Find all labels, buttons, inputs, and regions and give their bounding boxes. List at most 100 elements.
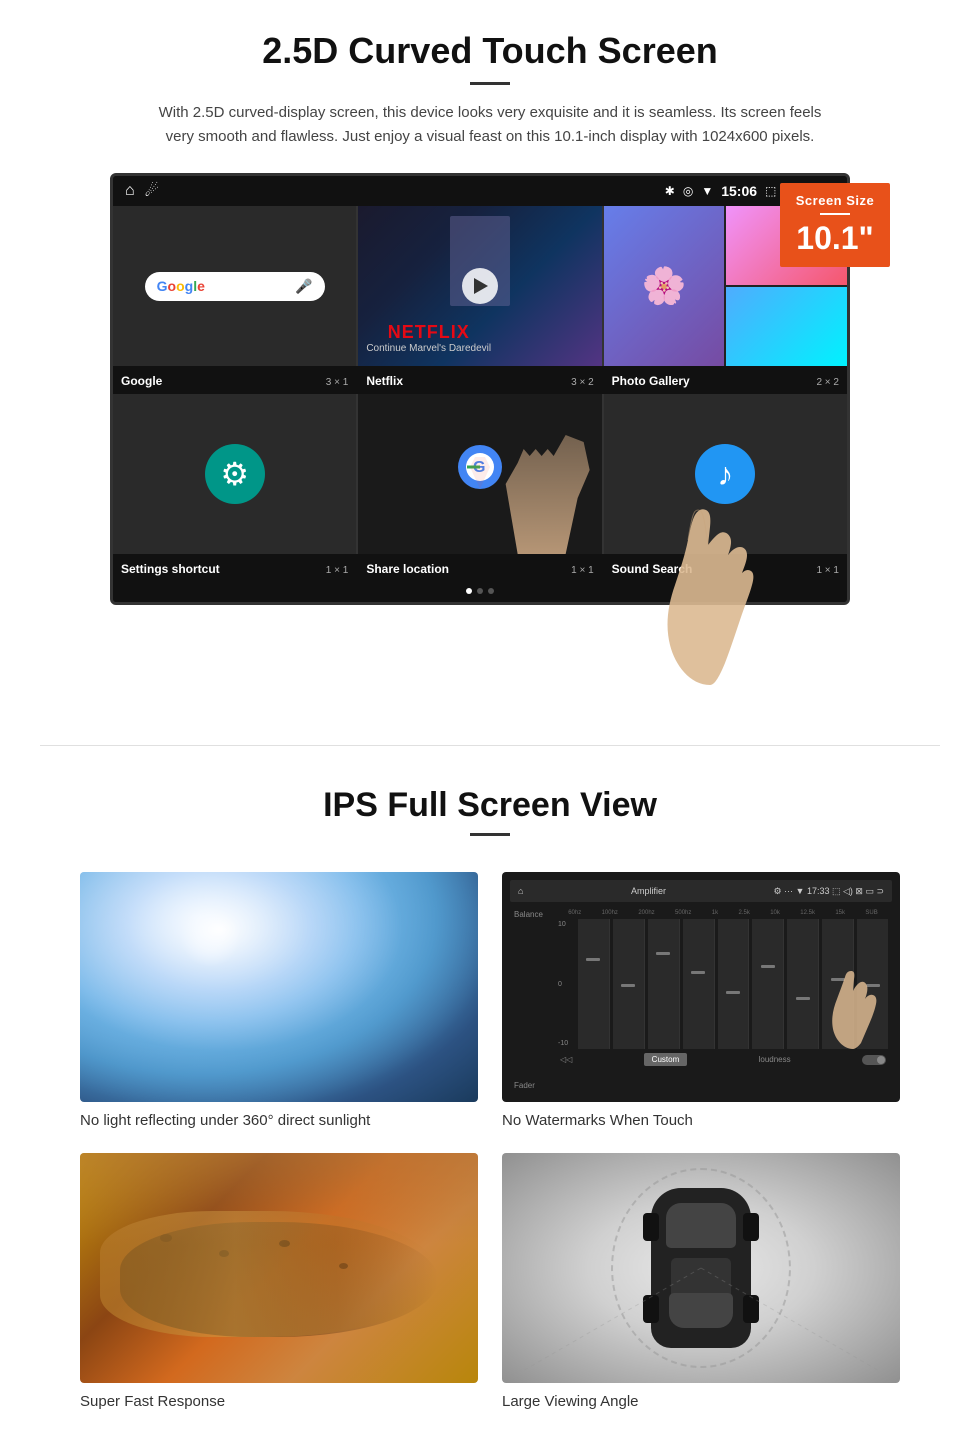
netflix-label: NETFLIX Continue Marvel's Daredevil [366, 322, 491, 354]
cheetah-caption: Super Fast Response [80, 1393, 478, 1410]
google-search-bar[interactable]: Google 🎤 [145, 272, 325, 301]
car-visual [502, 1153, 900, 1383]
screen-size-badge: Screen Size 10.1" [780, 183, 890, 267]
sunlight-gradient [80, 872, 478, 1102]
eq-fader-label: Fader [514, 1081, 554, 1090]
status-time: 15:06 [721, 183, 757, 199]
cheetah-image [80, 1153, 478, 1383]
google-app-cell[interactable]: Google 🎤 [113, 206, 356, 366]
eq-top-bar: ⌂ Amplifier ⚙ ··· ▼ 17:33 ⬚ ◁) ⊠ ▭ ⊃ [510, 880, 892, 902]
pagination-dot-3[interactable] [488, 588, 494, 594]
eq-slider-2-thumb [621, 984, 635, 987]
eq-balance-label: Balance [514, 910, 554, 919]
car-caption: Large Viewing Angle [502, 1393, 900, 1410]
share-background: G [358, 394, 601, 554]
feature-car: Large Viewing Angle [502, 1153, 900, 1410]
eq-slider-7[interactable] [787, 919, 819, 1049]
eq-slider-4[interactable] [683, 919, 715, 1049]
cheetah-sky [80, 1153, 478, 1245]
app-grid-top: Google 🎤 NETFLIX Continue Mar [113, 206, 847, 366]
eq-freq-labels: 60hz100hz200hz500hz1k2.5k10k12.5k15kSUB [558, 910, 888, 916]
eq-slider-7-thumb [796, 997, 810, 1000]
feature-sunlight: No light reflecting under 360° direct su… [80, 872, 478, 1129]
eq-slider-1[interactable] [578, 919, 610, 1049]
cheetah-visual [80, 1153, 478, 1383]
hand-gesture-svg [650, 485, 770, 685]
eq-side-labels: Balance Fader [514, 910, 554, 1090]
home-icon[interactable]: ⌂ [125, 182, 135, 200]
sunlight-caption: No light reflecting under 360° direct su… [80, 1112, 478, 1129]
eq-slider-1-thumb [586, 958, 600, 961]
eq-hand-icon [823, 969, 883, 1049]
camera-icon: ⬚ [765, 184, 776, 198]
sunlight-image [80, 872, 478, 1102]
play-triangle-icon [474, 278, 488, 294]
equalizer-image: ⌂ Amplifier ⚙ ··· ▼ 17:33 ⬚ ◁) ⊠ ▭ ⊃ Bal… [502, 872, 900, 1102]
settings-icon-bg: ⚙ [205, 444, 265, 504]
settings-app-name: Settings shortcut [121, 562, 220, 576]
google-label-cell: Google 3 × 1 [113, 372, 356, 390]
share-grid-size: 1 × 1 [571, 565, 594, 576]
photo-app-name: Photo Gallery [612, 374, 690, 388]
eq-bottom-controls: ◁◁ Custom loudness [558, 1053, 888, 1066]
google-app-name: Google [121, 374, 162, 388]
eq-icons: ⚙ ··· ▼ 17:33 ⬚ ◁) ⊠ ▭ ⊃ [773, 886, 884, 897]
badge-divider [820, 213, 850, 215]
feature-equalizer: ⌂ Amplifier ⚙ ··· ▼ 17:33 ⬚ ◁) ⊠ ▭ ⊃ Bal… [502, 872, 900, 1129]
settings-grid-size: 1 × 1 [326, 565, 349, 576]
eq-slider-6[interactable] [752, 919, 784, 1049]
eq-slider-5[interactable] [718, 919, 750, 1049]
mic-icon: 🎤 [295, 278, 312, 295]
photo-grid-size: 2 × 2 [816, 377, 839, 388]
eq-time: 17:33 [807, 886, 830, 896]
settings-label-cell: Settings shortcut 1 × 1 [113, 560, 356, 578]
feature-cheetah: Super Fast Response [80, 1153, 478, 1410]
ips-section: IPS Full Screen View No light reflecting… [0, 776, 980, 1440]
bluetooth-icon: ✱ [665, 184, 675, 198]
netflix-label-cell: Netflix 3 × 2 [358, 372, 601, 390]
netflix-app-cell[interactable]: NETFLIX Continue Marvel's Daredevil [358, 206, 601, 366]
netflix-grid-size: 3 × 2 [571, 377, 594, 388]
netflix-brand: NETFLIX [366, 322, 491, 343]
flower-icon: 🌸 [642, 265, 687, 307]
eq-slider-3-thumb [656, 952, 670, 955]
netflix-app-name: Netflix [366, 374, 403, 388]
curved-section: 2.5D Curved Touch Screen With 2.5D curve… [0, 0, 980, 625]
google-grid-size: 3 × 1 [326, 377, 349, 388]
settings-app-cell[interactable]: ⚙ [113, 394, 356, 554]
custom-button[interactable]: Custom [644, 1053, 688, 1066]
badge-size: 10.1" [788, 220, 882, 257]
maps-pin-icon: G [455, 442, 505, 502]
gps-icon: ◎ [683, 184, 693, 198]
eq-slider-5-thumb [726, 991, 740, 994]
eq-app-name: Amplifier [631, 886, 666, 896]
wifi-icon: ▼ [701, 184, 713, 198]
status-left: ⌂ ☄ [125, 181, 159, 201]
eq-slider-2[interactable] [613, 919, 645, 1049]
netflix-subtitle: Continue Marvel's Daredevil [366, 343, 491, 354]
eq-home-icon: ⌂ [518, 886, 523, 896]
eq-slider-3[interactable] [648, 919, 680, 1049]
usb-icon: ☄ [145, 181, 159, 201]
pagination-dot-2[interactable] [477, 588, 483, 594]
curved-title: 2.5D Curved Touch Screen [80, 30, 900, 72]
share-location-cell[interactable]: G [358, 394, 601, 554]
eq-slider-6-thumb [761, 965, 775, 968]
sunlight-visual [80, 872, 478, 1102]
pagination-dot-1[interactable] [466, 588, 472, 594]
loudness-label: loudness [759, 1055, 791, 1064]
ips-title: IPS Full Screen View [40, 786, 940, 825]
hand-gesture-outside [650, 485, 770, 685]
photo-label-cell: Photo Gallery 2 × 2 [604, 372, 847, 390]
play-button[interactable] [462, 268, 498, 304]
google-logo: Google [157, 278, 205, 294]
loudness-toggle[interactable] [862, 1055, 886, 1065]
equalizer-visual: ⌂ Amplifier ⚙ ··· ▼ 17:33 ⬚ ◁) ⊠ ▭ ⊃ Bal… [502, 872, 900, 1102]
feature-grid: No light reflecting under 360° direct su… [40, 852, 940, 1410]
badge-title: Screen Size [788, 193, 882, 208]
gear-icon: ⚙ [220, 455, 249, 493]
eq-db-scale: 100-10 [558, 919, 578, 1049]
ips-title-underline [470, 833, 510, 836]
photo-thumb-3 [726, 287, 847, 366]
eq-slider-4-thumb [691, 971, 705, 974]
